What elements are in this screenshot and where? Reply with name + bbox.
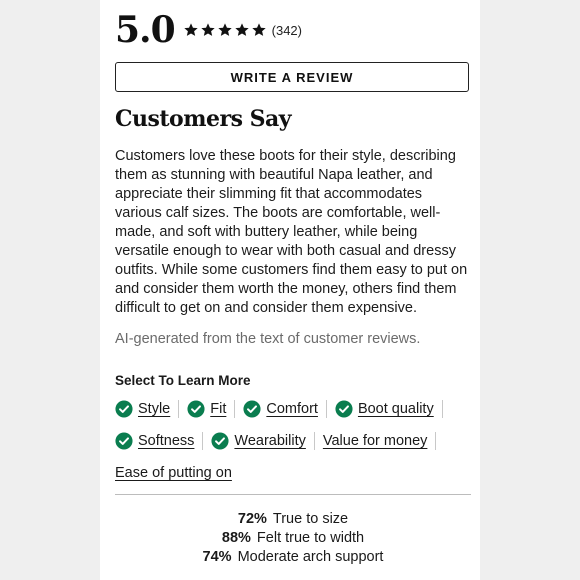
- aspect-chip-comfort[interactable]: Comfort: [243, 396, 318, 422]
- chip-divider: [435, 432, 437, 450]
- aspect-chip-softness[interactable]: Softness: [115, 428, 194, 454]
- aspect-row: Softness Wearability Value for money: [115, 428, 475, 454]
- star-icon: [183, 22, 199, 38]
- aspect-label: Wearability: [234, 433, 306, 449]
- fit-stats: 72% True to size 88% Felt true to width 74…: [115, 510, 471, 567]
- aspect-label: Boot quality: [357, 401, 434, 417]
- aspect-chip-wearability[interactable]: Wearability: [211, 428, 306, 454]
- check-circle-icon: [115, 432, 133, 450]
- check-circle-icon: [187, 400, 205, 418]
- customers-say-heading: Customers Say: [115, 106, 292, 132]
- aspect-label: Value for money: [322, 433, 428, 449]
- chip-divider: [178, 400, 180, 418]
- check-circle-icon: [115, 400, 133, 418]
- rating-score: 5.0: [115, 9, 176, 51]
- chip-divider: [325, 400, 327, 418]
- aspect-row: Ease of putting on: [115, 460, 475, 486]
- fit-stat-percent: 72%: [237, 511, 267, 527]
- aspect-label: Comfort: [266, 401, 318, 417]
- aspect-label: Ease of putting on: [115, 465, 232, 481]
- chip-divider: [441, 400, 443, 418]
- ai-disclaimer: AI-generated from the text of customer r…: [115, 331, 421, 347]
- aspect-chip-fit[interactable]: Fit: [187, 396, 226, 422]
- learn-more-label: Select To Learn More: [115, 373, 251, 388]
- aspect-chip-boot-quality[interactable]: Boot quality: [335, 396, 434, 422]
- aspect-label: Fit: [210, 401, 227, 417]
- rating-summary: 5.0 (342): [115, 8, 302, 52]
- aspect-label: Softness: [138, 433, 195, 449]
- check-circle-icon: [335, 400, 353, 418]
- fit-stat-row: 88% Felt true to width: [115, 529, 471, 548]
- aspect-row: Style Fit Comfort Boot quality: [115, 396, 475, 422]
- star-icon: [234, 22, 250, 38]
- write-review-button[interactable]: WRITE A REVIEW: [115, 62, 469, 92]
- check-circle-icon: [243, 400, 261, 418]
- star-icon: [217, 22, 233, 38]
- chip-divider: [313, 432, 315, 450]
- aspect-chips: Style Fit Comfort Boot quality Softness …: [115, 396, 475, 492]
- chip-divider: [234, 400, 236, 418]
- fit-stat-percent: 88%: [221, 530, 251, 546]
- aspect-label: Style: [138, 401, 171, 417]
- check-circle-icon: [211, 432, 229, 450]
- fit-stat-row: 74% Moderate arch support: [115, 548, 471, 567]
- reviews-panel: 5.0 (342) WRITE A REVIEW Customers Say C…: [100, 0, 480, 580]
- review-summary-text: Customers love these boots for their sty…: [115, 148, 468, 316]
- star-icon: [200, 22, 216, 38]
- aspect-chip-ease-of-putting-on[interactable]: Ease of putting on: [115, 460, 232, 486]
- fit-stat-label: Felt true to width: [256, 530, 365, 546]
- star-icon: [251, 22, 267, 38]
- review-count[interactable]: (342): [272, 23, 302, 38]
- section-divider: [115, 494, 471, 495]
- chip-divider: [202, 432, 204, 450]
- fit-stat-row: 72% True to size: [115, 510, 471, 529]
- aspect-chip-style[interactable]: Style: [115, 396, 170, 422]
- aspect-chip-value-for-money[interactable]: Value for money: [323, 428, 428, 454]
- star-rating: [183, 22, 268, 38]
- fit-stat-label: True to size: [272, 511, 349, 527]
- fit-stat-percent: 74%: [202, 549, 232, 565]
- fit-stat-label: Moderate arch support: [237, 549, 384, 565]
